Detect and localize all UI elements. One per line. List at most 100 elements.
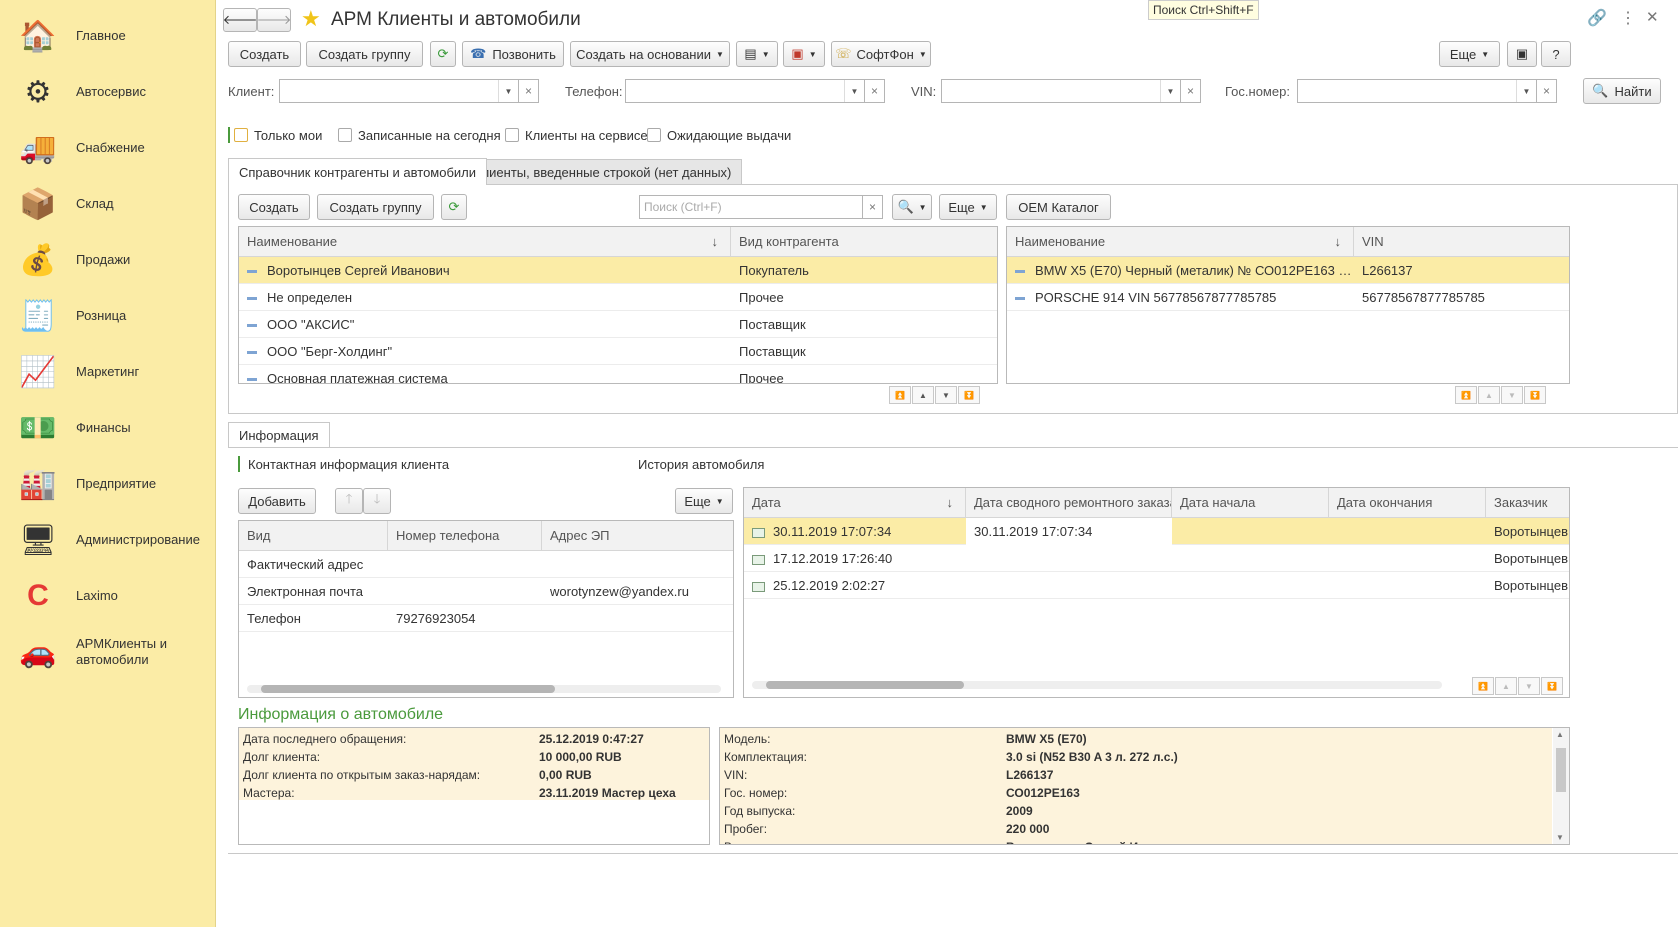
sidebar-item-5[interactable]: 🧾 Розница: [0, 286, 216, 346]
table-row[interactable]: Не определен Прочее: [239, 284, 997, 311]
table-row[interactable]: Электронная почта worotynzew@yandex.ru: [239, 578, 733, 605]
chevron-down-icon[interactable]: ▼: [844, 80, 864, 102]
sidebar-item-10[interactable]: C Laximo: [0, 566, 216, 626]
refresh-button[interactable]: ⟳: [430, 41, 456, 67]
sidebar-item-2[interactable]: 🚚 Снабжение: [0, 118, 216, 178]
list-create-group-button[interactable]: Создать группу: [317, 194, 434, 220]
booked-today-checkbox[interactable]: [338, 128, 352, 142]
history-col-start[interactable]: Дата начала: [1172, 488, 1329, 518]
client-clear-button[interactable]: ×: [519, 79, 539, 103]
history-col-end[interactable]: Дата окончания: [1329, 488, 1486, 518]
nav-up-icon[interactable]: ▲: [1478, 386, 1500, 404]
nav-down-icon[interactable]: ▼: [935, 386, 957, 404]
only-mine-checkbox[interactable]: [234, 128, 248, 142]
history-col-customer[interactable]: Заказчик: [1486, 488, 1569, 518]
settings-button[interactable]: ▣: [1507, 41, 1537, 67]
client-input[interactable]: ▼: [279, 79, 519, 103]
list-search-button[interactable]: 🔍 ▼: [892, 194, 932, 220]
list-search-clear-button[interactable]: ×: [863, 195, 883, 219]
list-more-button[interactable]: Еще ▼: [939, 194, 997, 220]
horizontal-scrollbar[interactable]: [247, 685, 721, 693]
table-row[interactable]: Воротынцев Сергей Иванович Покупатель: [239, 257, 997, 284]
find-button[interactable]: 🔍 Найти: [1583, 78, 1661, 104]
sidebar-item-11[interactable]: 🚗 АРМКлиенты и автомобили: [0, 622, 216, 682]
contact-col-email[interactable]: Адрес ЭП: [542, 521, 733, 551]
softphone-button[interactable]: ☏ СофтФон ▼: [831, 41, 931, 67]
table-row[interactable]: 25.12.2019 2:02:27 Воротынцев: [744, 572, 1569, 599]
call-button[interactable]: ☎ Позвонить: [462, 41, 564, 67]
phone-clear-button[interactable]: ×: [865, 79, 885, 103]
nav-last-icon[interactable]: ⏬: [1541, 677, 1563, 695]
forward-button[interactable]: 🡒: [257, 8, 291, 32]
scrollbar-thumb[interactable]: [766, 681, 964, 689]
scrollbar-thumb[interactable]: [1556, 748, 1566, 792]
sidebar-item-4[interactable]: 💰 Продажи: [0, 230, 216, 290]
horizontal-scrollbar[interactable]: [752, 681, 1442, 689]
report-button[interactable]: ▣ ▼: [783, 41, 825, 67]
chevron-down-icon[interactable]: ▼: [1160, 80, 1180, 102]
history-col-date[interactable]: Дата ↓: [744, 488, 966, 518]
contact-col-phone[interactable]: Номер телефона: [388, 521, 542, 551]
table-row[interactable]: Фактический адрес: [239, 551, 733, 578]
nav-last-icon[interactable]: ⏬: [958, 386, 980, 404]
favorite-star-icon[interactable]: ★: [301, 6, 321, 32]
nav-first-icon[interactable]: ⏫: [1455, 386, 1477, 404]
car-col-vin-header[interactable]: VIN: [1354, 227, 1569, 257]
table-row[interactable]: PORSCHE 914 VIN 56778567877785785 5677856…: [1007, 284, 1569, 311]
sidebar-item-6[interactable]: 📈 Маркетинг: [0, 342, 216, 402]
booked-today-label[interactable]: Записанные на сегодня: [358, 128, 501, 143]
chevron-down-icon[interactable]: ▼: [1516, 80, 1536, 102]
sidebar-item-8[interactable]: 🏭 Предприятие: [0, 454, 216, 514]
contact-more-button[interactable]: Еще ▼: [675, 488, 733, 514]
oem-catalog-button[interactable]: OEM Каталог: [1006, 194, 1111, 220]
list-search-input[interactable]: Поиск (Ctrl+F): [639, 195, 863, 219]
table-row[interactable]: 17.12.2019 17:26:40 Воротынцев: [744, 545, 1569, 572]
table-row[interactable]: Телефон 79276923054: [239, 605, 733, 632]
nav-up-icon[interactable]: ▲: [912, 386, 934, 404]
scrollbar-thumb[interactable]: [261, 685, 555, 693]
nav-last-icon[interactable]: ⏬: [1524, 386, 1546, 404]
sidebar-item-3[interactable]: 📦 Склад: [0, 174, 216, 234]
chevron-down-icon[interactable]: ▼: [498, 80, 518, 102]
link-icon[interactable]: 🔗: [1587, 8, 1607, 28]
back-button[interactable]: 🡐: [223, 8, 257, 32]
table-row[interactable]: ООО "Берг-Холдинг" Поставщик: [239, 338, 997, 365]
awaiting-delivery-checkbox[interactable]: [647, 128, 661, 142]
plate-input[interactable]: ▼: [1297, 79, 1537, 103]
nav-down-icon[interactable]: ▼: [1501, 386, 1523, 404]
list-refresh-button[interactable]: ⟳: [441, 194, 467, 220]
table-row[interactable]: BMW X5 (E70) Черный (металик) № СО012РЕ1…: [1007, 257, 1569, 284]
plate-clear-button[interactable]: ×: [1537, 79, 1557, 103]
tab-directory[interactable]: Справочник контрагенты и автомобили: [228, 158, 488, 185]
create-button[interactable]: Создать: [228, 41, 301, 67]
move-down-button[interactable]: 🡓: [363, 488, 391, 514]
sidebar-item-7[interactable]: 💵 Финансы: [0, 398, 216, 458]
clients-in-service-checkbox[interactable]: [505, 128, 519, 142]
sidebar-item-1[interactable]: ⚙ Автосервис: [0, 62, 216, 122]
table-row[interactable]: 30.11.2019 17:07:34 30.11.2019 17:07:34 Во…: [744, 518, 1569, 545]
scroll-up-icon[interactable]: ▲: [1556, 730, 1564, 739]
nav-first-icon[interactable]: ⏫: [1472, 677, 1494, 695]
tab-info[interactable]: Информация: [228, 422, 330, 448]
close-icon[interactable]: ✕: [1646, 8, 1659, 26]
kebab-menu-icon[interactable]: ⋮: [1620, 8, 1636, 28]
scroll-down-icon[interactable]: ▼: [1556, 833, 1564, 842]
help-button[interactable]: ?: [1541, 41, 1571, 67]
list-create-button[interactable]: Создать: [238, 194, 310, 220]
car-col-name-header[interactable]: Наименование ↓: [1007, 227, 1354, 257]
more-button[interactable]: Еще ▼: [1439, 41, 1500, 67]
table-row[interactable]: Основная платежная система Прочее: [239, 365, 997, 383]
sidebar-item-9[interactable]: 🖥 Администрирование: [0, 510, 216, 570]
phone-input[interactable]: ▼: [625, 79, 865, 103]
print-button[interactable]: ▤ ▼: [736, 41, 778, 67]
contact-col-kind[interactable]: Вид: [239, 521, 388, 551]
col-type-header[interactable]: Вид контрагента: [731, 227, 997, 257]
awaiting-delivery-label[interactable]: Ожидающие выдачи: [667, 128, 791, 143]
vertical-scrollbar[interactable]: ▲ ▼: [1553, 728, 1569, 844]
create-based-button[interactable]: Создать на основании ▼: [570, 41, 730, 67]
col-name-header[interactable]: Наименование ↓: [239, 227, 731, 257]
tab-string-clients[interactable]: Клиенты, введенные строкой (нет данных): [463, 159, 743, 185]
clients-in-service-label[interactable]: Клиенты на сервисе: [525, 128, 648, 143]
nav-down-icon[interactable]: ▼: [1518, 677, 1540, 695]
vin-input[interactable]: ▼: [941, 79, 1181, 103]
